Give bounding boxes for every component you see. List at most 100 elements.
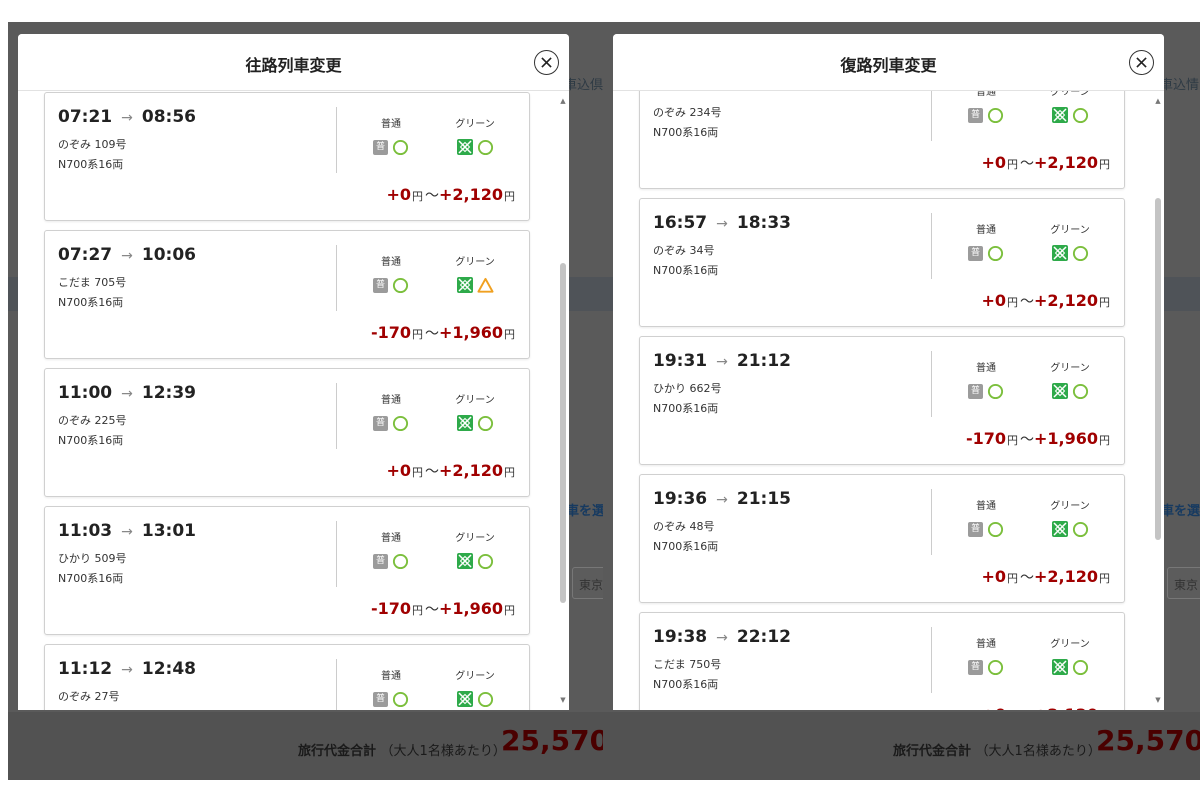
- departure-time: 19:38: [653, 627, 708, 647]
- background-tab-fragment: 車込情: [1160, 78, 1200, 93]
- green-seat-label: グリーン: [1050, 639, 1090, 650]
- green-seat-availability[interactable]: グリーン: [1040, 359, 1100, 400]
- normal-car-badge-icon: 普: [968, 383, 983, 399]
- green-seat-label: グリーン: [1050, 225, 1090, 236]
- train-card[interactable]: 11:12→12:48のぞみ 27号N700系16両普通普グリーン+0円〜+2,…: [44, 644, 530, 710]
- normal-seat-label: 普通: [976, 91, 996, 98]
- train-card[interactable]: 11:00 → 12:39 のぞみ 225号 N700系16両 普通普グリーン +0円 〜+2…: [44, 368, 530, 497]
- train-name: のぞみ 48号: [653, 520, 715, 533]
- green-car-badge-icon: [456, 553, 473, 569]
- circle-available-icon: [477, 553, 493, 569]
- train-card[interactable]: 19:38 → 22:12 こだま 750号 N700系16両 普通普 グリーン +0円〜+2…: [639, 612, 1125, 710]
- train-card[interactable]: 07:21 → 08:56 のぞみ 109号 N700系16両 普通普グリーン +0円 〜+2…: [44, 92, 530, 221]
- green-seat-availability[interactable]: グリーン: [445, 667, 505, 708]
- scrollbar[interactable]: ▲ ▼: [1154, 91, 1162, 710]
- train-list-scroll[interactable]: 16:51→18:27のぞみ 234号N700系16両普通普グリーン+0円〜+2…: [613, 91, 1164, 710]
- normal-seat-availability[interactable]: 普通普: [958, 359, 1014, 400]
- train-card[interactable]: 19:36 → 21:15 のぞみ 48号 N700系16両 普通普グリーン +0円 〜+2,…: [639, 474, 1125, 603]
- price-max: +2,120: [1033, 153, 1098, 172]
- circle-available-icon: [392, 277, 409, 293]
- price-difference: +0円〜+2,120円: [981, 153, 1112, 173]
- price-difference: +0円〜+2,120円: [981, 567, 1112, 587]
- train-car-type: N700系16両: [58, 296, 124, 309]
- train-name: ひかり 509号: [58, 552, 127, 565]
- circle-available-icon: [987, 107, 1004, 123]
- train-car-type: N700系16両: [653, 540, 719, 553]
- price-max: +1,960: [438, 599, 503, 618]
- circle-available-icon: [477, 691, 493, 707]
- green-seat-availability[interactable]: グリーン: [1040, 91, 1100, 124]
- scrollbar-thumb[interactable]: [560, 263, 566, 603]
- normal-seat-label: 普通: [976, 501, 996, 512]
- price-min: +0: [386, 185, 411, 204]
- train-times: 16:57 → 18:33: [653, 213, 791, 233]
- train-car-type: N700系16両: [653, 402, 719, 415]
- yen-unit: 円: [1099, 158, 1110, 171]
- arrow-right-icon: →: [121, 662, 133, 678]
- scroll-up-arrow-icon[interactable]: ▲: [559, 97, 567, 105]
- train-card[interactable]: 07:27 → 10:06 こだま 705号 N700系16両 普通普グリーン -170円〜…: [44, 230, 530, 359]
- close-button[interactable]: [534, 50, 559, 75]
- price-min: +0: [386, 461, 411, 480]
- yen-unit: 円: [411, 604, 423, 617]
- normal-seat-availability[interactable]: 普通普: [363, 529, 419, 570]
- green-seat-availability[interactable]: グリーン: [1040, 221, 1100, 262]
- normal-car-badge-icon: 普: [373, 415, 388, 431]
- train-name: のぞみ 234号: [653, 106, 722, 119]
- green-seat-availability[interactable]: グリーン: [1040, 497, 1100, 538]
- normal-seat-label: 普通: [381, 671, 401, 682]
- train-list-scroll[interactable]: 07:21 → 08:56 のぞみ 109号 N700系16両 普通普グリーン +0円 〜+2…: [18, 91, 569, 710]
- arrival-time: 18:27: [737, 91, 791, 95]
- yen-unit: 円: [1006, 572, 1018, 585]
- scroll-down-arrow-icon[interactable]: ▼: [559, 696, 567, 704]
- green-seat-availability[interactable]: グリーン: [445, 529, 505, 570]
- price-min: -170: [370, 599, 411, 618]
- normal-car-badge-icon: 普: [373, 277, 388, 293]
- yen-unit: 円: [1099, 572, 1110, 585]
- train-card[interactable]: 11:03 → 13:01 ひかり 509号 N700系16両 普通普グリーン -170円〜…: [44, 506, 530, 635]
- circle-available-icon: [1072, 383, 1088, 399]
- scrollbar-thumb[interactable]: [1155, 198, 1161, 540]
- green-seat-availability[interactable]: グリーン: [1040, 635, 1100, 676]
- normal-seat-availability[interactable]: 普通普: [363, 115, 419, 156]
- divider: [336, 659, 337, 710]
- normal-seat-availability[interactable]: 普通普: [958, 635, 1014, 676]
- green-seat-availability[interactable]: グリーン: [445, 391, 505, 432]
- train-card[interactable]: 16:51→18:27のぞみ 234号N700系16両普通普グリーン+0円〜+2…: [639, 91, 1125, 189]
- green-car-badge-icon: [1051, 245, 1068, 261]
- background-select-train-link: 車を選: [1161, 504, 1200, 519]
- scrollbar[interactable]: ▲ ▼: [559, 91, 567, 710]
- yen-unit: 円: [504, 328, 515, 341]
- green-car-badge-icon: [1051, 521, 1068, 537]
- price-min: +0: [981, 291, 1006, 310]
- train-car-type: N700系16両: [58, 158, 124, 171]
- circle-available-icon: [1072, 107, 1088, 123]
- departure-time: 16:57: [653, 213, 708, 233]
- green-seat-availability[interactable]: グリーン: [445, 253, 505, 294]
- train-car-type: N700系16両: [58, 434, 124, 447]
- green-seat-availability[interactable]: グリーン: [445, 115, 505, 156]
- normal-seat-availability[interactable]: 普通普: [958, 497, 1014, 538]
- normal-seat-label: 普通: [976, 639, 996, 650]
- circle-available-icon: [987, 245, 1004, 261]
- normal-seat-availability[interactable]: 普通普: [363, 391, 419, 432]
- price-difference: +0円〜+2,120円: [386, 461, 517, 481]
- scroll-down-arrow-icon[interactable]: ▼: [1154, 696, 1162, 704]
- modal-header: 往路列車変更: [18, 34, 569, 91]
- train-card[interactable]: 19:31 → 21:12 ひかり 662号 N700系16両 普通普グリーン -170円〜…: [639, 336, 1125, 465]
- scroll-up-arrow-icon[interactable]: ▲: [1154, 97, 1162, 105]
- normal-seat-availability[interactable]: 普通普: [958, 221, 1014, 262]
- normal-seat-availability[interactable]: 普通普: [363, 253, 419, 294]
- train-card[interactable]: 16:57 → 18:33 のぞみ 34号 N700系16両 普通普グリーン +0円 〜+2,…: [639, 198, 1125, 327]
- normal-seat-availability[interactable]: 普通普: [363, 667, 419, 708]
- circle-available-icon: [1072, 521, 1088, 537]
- arrival-time: 18:33: [736, 213, 791, 233]
- yen-unit: 円: [1099, 296, 1110, 309]
- circle-available-icon: [987, 521, 1004, 537]
- circle-available-icon: [987, 383, 1004, 399]
- total-label: 旅行代金合計 （大人1名様あたり）: [893, 744, 1101, 759]
- price-min: -170: [965, 429, 1006, 448]
- normal-seat-availability[interactable]: 普通普: [958, 91, 1014, 124]
- close-button[interactable]: [1129, 50, 1154, 75]
- total-value: 25,570円: [1096, 724, 1200, 757]
